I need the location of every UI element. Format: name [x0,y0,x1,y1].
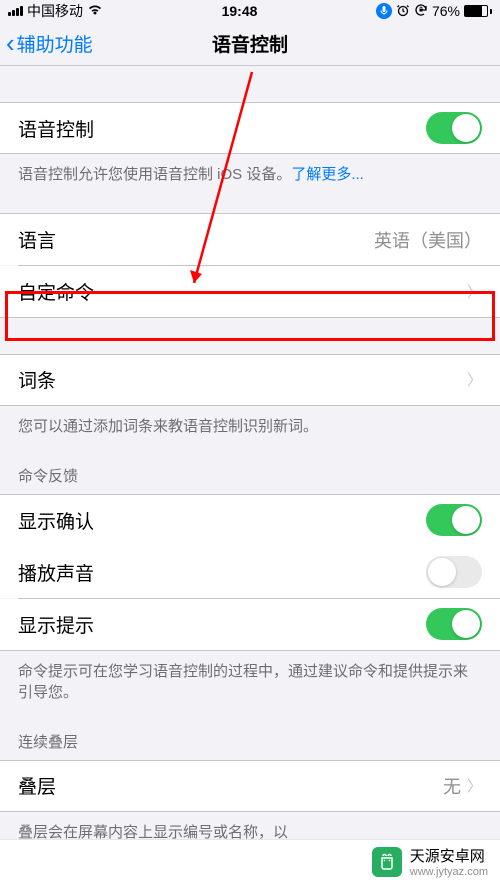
carrier-label: 中国移动 [27,1,83,21]
overlay-header: 连续叠层 [0,713,500,760]
show-confirm-toggle[interactable] [426,504,482,536]
mic-icon [376,3,392,19]
watermark: 天源安卓网 www.jytyaz.com [0,839,500,883]
battery-icon [464,5,492,17]
play-sound-row: 播放声音 [0,546,500,598]
play-sound-label: 播放声音 [18,559,94,586]
feedback-footer: 命令提示可在您学习语音控制的过程中，通过建议命令和提供提示来引导您。 [0,651,500,713]
back-chevron-icon: ‹ [6,28,17,59]
show-confirm-row: 显示确认 [0,494,500,546]
play-sound-toggle[interactable] [426,556,482,588]
watermark-name: 天源安卓网 [410,845,485,866]
vocabulary-label: 词条 [18,366,56,393]
overlay-label: 叠层 [18,772,56,799]
vocabulary-row[interactable]: 词条 〉 [0,354,500,406]
watermark-url: www.jytyaz.com [410,866,488,878]
language-label: 语言 [18,226,56,253]
status-time: 19:48 [222,3,258,19]
back-label: 辅助功能 [17,30,93,57]
show-hints-toggle[interactable] [426,608,482,640]
learn-more-link[interactable]: 了解更多... [291,166,364,183]
alarm-icon [396,3,410,20]
show-hints-row: 显示提示 [0,599,500,651]
signal-icon [8,6,23,16]
voice-control-toggle[interactable] [426,112,482,144]
back-button[interactable]: ‹ 辅助功能 [0,28,93,59]
orientation-lock-icon [414,3,428,20]
voice-control-label: 语音控制 [18,115,94,142]
chevron-right-icon: 〉 [467,369,482,390]
nav-bar: ‹ 辅助功能 语音控制 [0,22,500,66]
voice-control-footer: 语音控制允许您使用语音控制 iOS 设备。了解更多... [0,154,500,195]
voice-control-row: 语音控制 [0,102,500,154]
custom-commands-label: 自定命令 [18,278,94,305]
status-bar: 中国移动 19:48 76% [0,0,500,22]
watermark-logo-icon [372,847,402,877]
custom-commands-row[interactable]: 自定命令 〉 [0,266,500,318]
overlay-row[interactable]: 叠层 无 〉 [0,760,500,812]
overlay-value: 无 [443,773,461,799]
chevron-right-icon: 〉 [467,281,482,302]
wifi-icon [87,3,103,19]
chevron-right-icon: 〉 [467,775,482,796]
language-row[interactable]: 语言 英语（美国） [0,213,500,265]
battery-percent: 76% [432,3,460,19]
vocabulary-footer: 您可以通过添加词条来教语音控制识别新词。 [0,406,500,447]
show-hints-label: 显示提示 [18,611,94,638]
language-value: 英语（美国） [374,227,482,253]
show-confirm-label: 显示确认 [18,507,94,534]
page-title: 语音控制 [212,30,288,57]
feedback-header: 命令反馈 [0,447,500,494]
